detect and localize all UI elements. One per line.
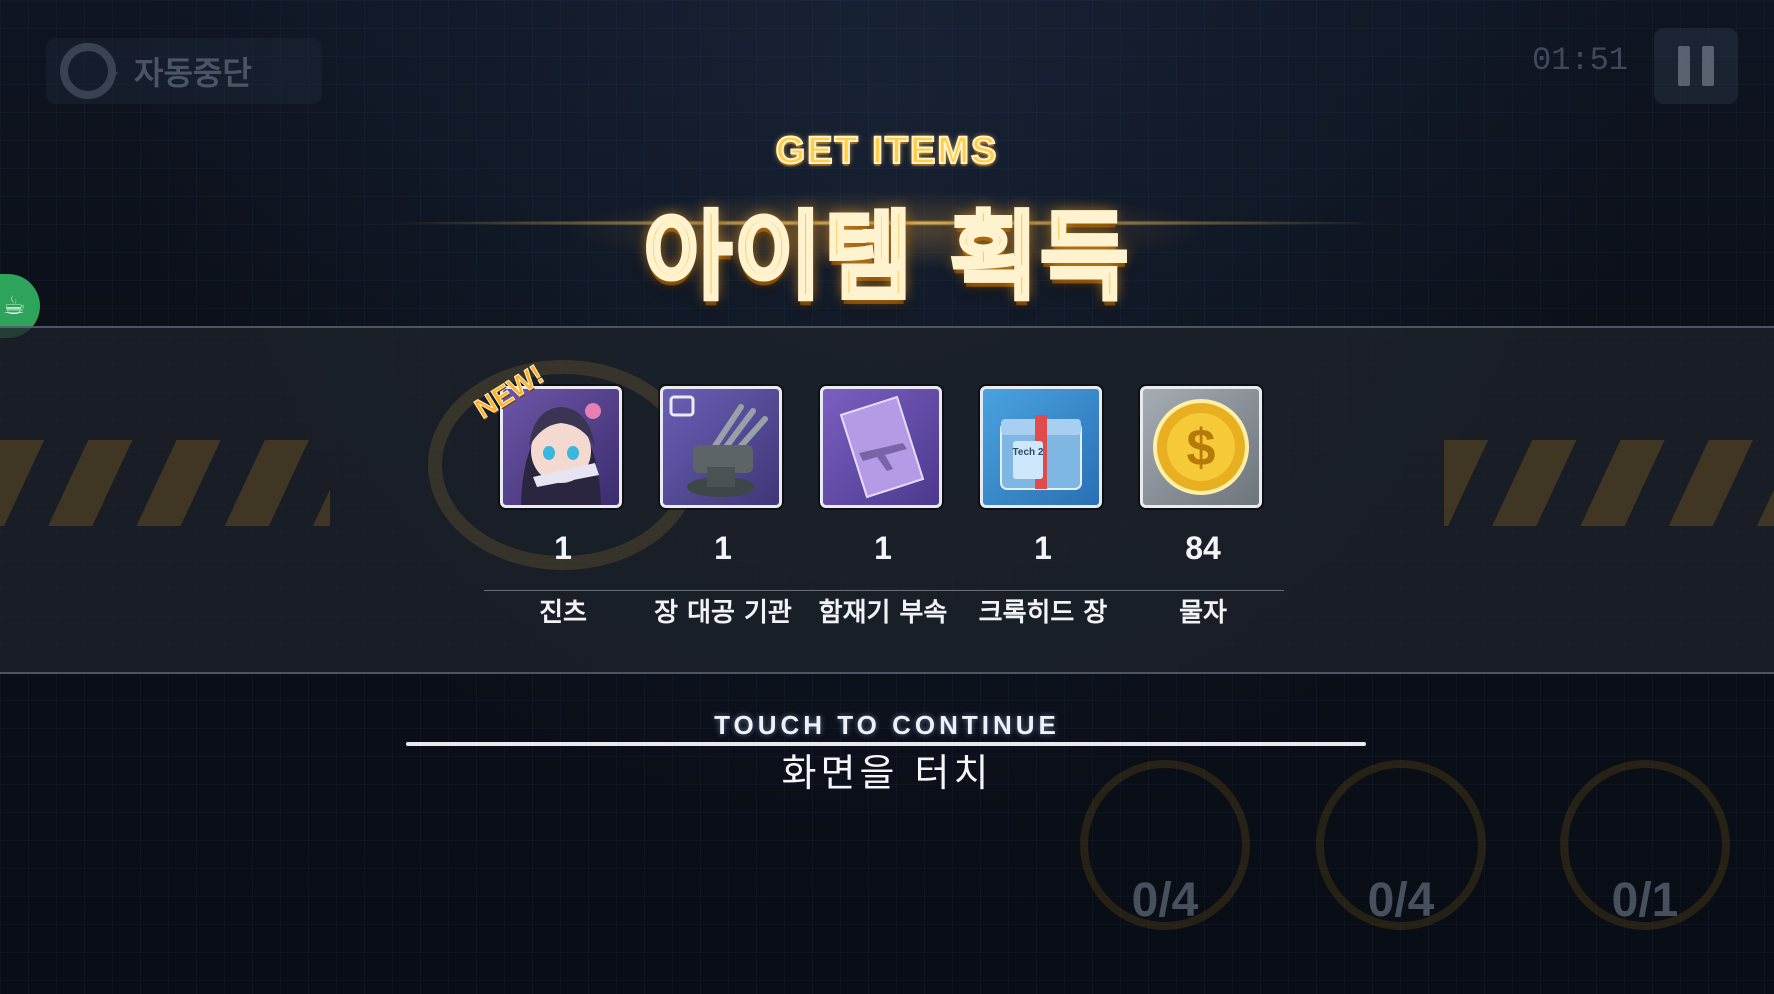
- gauge-supply: 0/1: [1560, 760, 1730, 930]
- touch-to-continue-ko[interactable]: 화면을 터치: [0, 742, 1774, 797]
- touch-to-continue-en[interactable]: TOUCH TO CONTINUE: [0, 710, 1774, 741]
- pause-button[interactable]: [1654, 28, 1738, 104]
- item-name: 물자: [1179, 598, 1227, 628]
- item-quantity: 1: [1034, 530, 1052, 566]
- title-banner: GET ITEMS 아이템 획득: [0, 129, 1774, 315]
- gauge-value: 0/1: [1611, 874, 1679, 927]
- aircraft-part-icon: [820, 386, 942, 508]
- item-quantity: 1: [874, 530, 892, 566]
- get-items-title: 아이템 획득: [641, 199, 1131, 315]
- hazard-stripes-left: [0, 440, 330, 526]
- item-quantity: 1: [714, 530, 732, 566]
- gauge-torpedo: 0/4: [1316, 760, 1486, 930]
- item-quantity: 1: [554, 530, 572, 566]
- gauge-aircraft: 0/4: [1080, 760, 1250, 930]
- tech-box-icon: Tech 2: [980, 386, 1102, 508]
- battle-timer: 01:51: [1531, 42, 1628, 79]
- pause-icon: [1678, 46, 1690, 86]
- item-divider: [484, 590, 1284, 591]
- get-items-subtitle: GET ITEMS: [775, 129, 999, 173]
- anti-air-gun-icon: [660, 386, 782, 508]
- reward-item[interactable]: $ 84 물자: [1140, 386, 1266, 628]
- coin-icon: $: [1140, 386, 1262, 508]
- auto-stop-label: 자동중단: [134, 55, 252, 91]
- svg-text:$: $: [1187, 419, 1216, 477]
- item-quantity: 84: [1185, 530, 1221, 566]
- hazard-stripes-right: [1444, 440, 1774, 526]
- tech-box-label: Tech 2: [1013, 447, 1044, 458]
- auto-stop-button[interactable]: 자동중단: [46, 38, 322, 104]
- gauge-value: 0/4: [1367, 874, 1435, 927]
- reward-item-list: NEW! 1 진츠 1 장 대공 기관 1 함재기 부속 Tech 2 1 크록…: [469, 358, 1280, 646]
- reward-item[interactable]: 1 함재기 부속: [819, 386, 947, 628]
- reward-item[interactable]: Tech 2 1 크록히드 장: [979, 386, 1107, 628]
- reward-item[interactable]: NEW! 1 진츠: [469, 358, 626, 628]
- reward-item[interactable]: 1 장 대공 기관: [654, 386, 792, 628]
- gauge-value: 0/4: [1131, 874, 1199, 927]
- auto-refresh-icon: [60, 43, 118, 99]
